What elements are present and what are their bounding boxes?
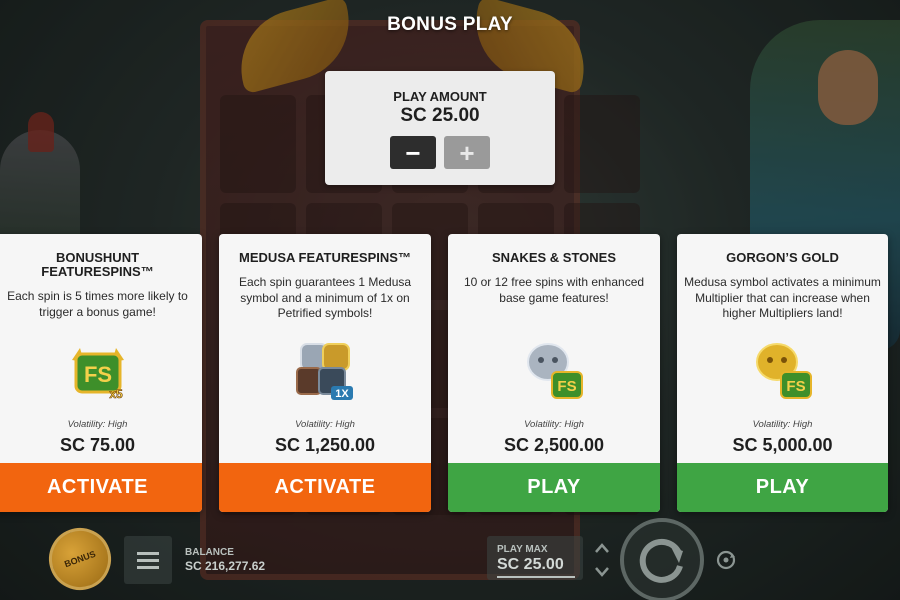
play-max-value: SC 25.00 <box>497 556 564 573</box>
play-amount-panel: PLAY AMOUNT SC 25.00 − + <box>325 71 555 185</box>
menu-icon[interactable] <box>124 536 172 584</box>
balance-label: BALANCE <box>185 547 234 558</box>
card-volatility: Volatility: High <box>524 419 584 430</box>
card-title: GORGON’S GOLD <box>726 250 839 265</box>
balance-value: SC 216,277.62 <box>185 559 266 573</box>
card-volatility: Volatility: High <box>295 419 355 430</box>
autoplay-icon <box>716 550 736 570</box>
card-description: Each spin guarantees 1 Medusa symbol and… <box>238 275 412 320</box>
bonus-card-snakes-stones: SNAKES & STONES 10 or 12 free spins with… <box>448 234 660 512</box>
spin-arrow-icon <box>639 538 683 583</box>
bonus-card-gorgons-gold: GORGON’S GOLD Medusa symbol activates a … <box>677 234 888 512</box>
decrease-amount-button[interactable]: − <box>390 136 436 169</box>
card-price: SC 2,500.00 <box>503 435 605 455</box>
card-title: MEDUSA FEATURESPINS™ <box>239 250 411 265</box>
card-title: BONUSHUNT FEATURESPINS™ <box>41 250 154 279</box>
spin-button[interactable] <box>620 518 704 600</box>
fs-icon-text: FS <box>557 378 576 395</box>
stone-medusa-fs-icon: FS <box>527 343 583 399</box>
card-price: SC 5,000.00 <box>732 435 833 455</box>
card-title: SNAKES & STONES <box>491 250 616 265</box>
play-max-underline <box>497 576 575 578</box>
activate-button[interactable]: ACTIVATE <box>0 463 202 512</box>
fs-icon-text: FS <box>786 378 805 395</box>
activate-button[interactable]: ACTIVATE <box>219 463 431 512</box>
card-description: 10 or 12 free spins with enhanced base g… <box>463 275 645 305</box>
play-max-label: PLAY MAX <box>497 544 548 555</box>
card-description: Medusa symbol activates a minimum Multip… <box>684 275 881 320</box>
bonus-card-medusa-featurespins: MEDUSA FEATURESPINS™ Each spin guarantee… <box>219 234 431 512</box>
chevron-up-icon[interactable] <box>595 543 609 553</box>
card-description: Each spin is 5 times more likely to trig… <box>7 289 188 319</box>
chevron-down-icon[interactable] <box>595 567 609 577</box>
play-button[interactable]: PLAY <box>448 463 660 512</box>
card-volatility: Volatility: High <box>67 419 128 430</box>
play-amount-value: SC 25.00 <box>400 105 480 126</box>
gold-medusa-fs-icon: FS <box>755 343 812 399</box>
bet-stepper-arrows[interactable] <box>592 540 612 580</box>
card-price: SC 1,250.00 <box>274 435 376 455</box>
page-title: BONUS PLAY <box>387 14 513 35</box>
multiplier-badge-text: 1X <box>335 388 349 400</box>
play-button[interactable]: PLAY <box>677 463 888 512</box>
play-amount-label: PLAY AMOUNT <box>393 89 487 104</box>
card-price: SC 75.00 <box>59 435 136 455</box>
bonus-card-bonushunt: BONUSHUNT FEATURESPINS™ Each spin is 5 t… <box>0 234 202 512</box>
medusa-petrified-icon: 1X <box>296 343 353 400</box>
card-volatility: Volatility: High <box>752 419 813 430</box>
fs-icon-text: FS <box>83 362 111 387</box>
x5-badge-text: x5 <box>109 387 123 401</box>
autoplay-button[interactable] <box>710 544 742 576</box>
increase-amount-button[interactable]: + <box>444 136 490 169</box>
fs-x5-icon: FS x5 <box>71 348 124 401</box>
